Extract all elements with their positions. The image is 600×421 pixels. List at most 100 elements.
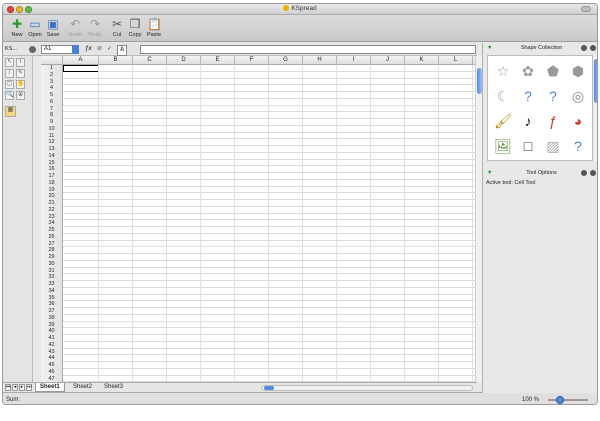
table-row[interactable]: 28 <box>41 247 475 254</box>
table-row[interactable]: 14 <box>41 152 475 160</box>
formula-input[interactable] <box>140 45 476 54</box>
table-row[interactable]: 33 <box>41 281 475 288</box>
row-header[interactable]: 38 <box>41 314 63 322</box>
row-header[interactable]: 24 <box>41 220 63 227</box>
row-header[interactable]: 20 <box>41 193 63 200</box>
table-row[interactable]: 1 <box>41 65 475 72</box>
table-row[interactable]: 2 <box>41 71 475 79</box>
pie-chart-icon[interactable]: ◕ <box>567 110 589 132</box>
row-header[interactable]: 6 <box>41 98 63 106</box>
select-tool-icon[interactable]: ↖ <box>5 58 14 67</box>
prev-sheet-button[interactable]: ◂ <box>12 384 18 391</box>
selected-cell[interactable] <box>63 65 99 72</box>
row-header[interactable]: 39 <box>41 321 63 329</box>
table-row[interactable]: 45 <box>41 362 475 369</box>
column-header-e[interactable]: E <box>201 56 235 65</box>
table-row[interactable]: 46 <box>41 368 475 376</box>
sheet-tab-1[interactable]: Sheet1 <box>35 383 65 392</box>
help-icon[interactable]: ? <box>542 85 564 107</box>
help-icon[interactable]: ? <box>567 135 589 157</box>
link-tool-icon[interactable]: ⊕ <box>16 91 25 100</box>
row-header[interactable]: 26 <box>41 233 63 241</box>
table-row[interactable]: 32 <box>41 274 475 281</box>
table-row[interactable]: 22 <box>41 206 475 214</box>
table-row[interactable]: 23 <box>41 213 475 221</box>
column-header-b[interactable]: B <box>99 56 133 65</box>
table-row[interactable]: 26 <box>41 233 475 241</box>
row-header[interactable]: 3 <box>41 78 63 86</box>
play-icon[interactable]: ▶ <box>567 160 589 161</box>
table-row[interactable]: 8 <box>41 112 475 119</box>
row-header[interactable]: 25 <box>41 227 63 234</box>
save-button[interactable]: ▣ Save <box>43 17 63 38</box>
gradient-icon[interactable]: ▨ <box>542 135 564 157</box>
row-header[interactable]: 21 <box>41 200 63 207</box>
pentagon-icon[interactable]: ⬟ <box>542 60 564 82</box>
column-header-g[interactable]: G <box>269 56 303 65</box>
table-row[interactable]: 43 <box>41 348 475 356</box>
row-header[interactable]: 13 <box>41 146 63 153</box>
picture-icon[interactable]: 🖼 <box>492 135 514 157</box>
table-row[interactable]: 30 <box>41 260 475 268</box>
table-row[interactable]: 21 <box>41 200 475 207</box>
redo-button[interactable]: ↷ Redo <box>85 17 105 38</box>
row-header[interactable]: 28 <box>41 247 63 254</box>
row-header[interactable]: 2 <box>41 71 63 79</box>
close-panel-button[interactable] <box>590 170 596 176</box>
table-row[interactable]: 3 <box>41 78 475 86</box>
text-icon[interactable]: T <box>492 160 514 161</box>
cell-reference-dropdown[interactable] <box>72 45 79 54</box>
table-row[interactable]: 11 <box>41 132 475 140</box>
table-row[interactable]: 6 <box>41 98 475 106</box>
corner-cell[interactable] <box>41 56 63 65</box>
help-icon[interactable]: ? <box>517 85 539 107</box>
moon-icon[interactable]: ☾ <box>492 85 514 107</box>
pen-tool-icon[interactable]: ✎ <box>16 69 25 78</box>
row-header[interactable]: 10 <box>41 125 63 133</box>
sheet-tab-2[interactable]: Sheet2 <box>69 383 96 392</box>
row-header[interactable]: 46 <box>41 368 63 376</box>
table-row[interactable]: 19 <box>41 186 475 194</box>
text-tool-icon[interactable]: I <box>16 58 25 67</box>
column-header-f[interactable]: F <box>235 56 269 65</box>
table-row[interactable]: 42 <box>41 341 475 349</box>
row-header[interactable]: 17 <box>41 173 63 180</box>
docker-menu-button[interactable] <box>29 46 36 53</box>
row-header[interactable]: 15 <box>41 159 63 167</box>
cut-button[interactable]: ✂ Cut <box>107 17 127 38</box>
row-header[interactable]: 43 <box>41 348 63 356</box>
float-panel-button[interactable] <box>581 170 587 176</box>
collapse-arrow-icon[interactable]: ▼ <box>487 169 492 178</box>
square-icon[interactable]: □ <box>517 135 539 157</box>
accept-icon[interactable]: ✓ <box>107 45 112 54</box>
new-button[interactable]: ✚ New <box>7 17 27 38</box>
table-row[interactable]: 18 <box>41 179 475 187</box>
horizontal-scroll-thumb[interactable] <box>264 386 274 390</box>
zoom-slider[interactable] <box>548 396 588 404</box>
row-header[interactable]: 23 <box>41 213 63 221</box>
row-header[interactable]: 41 <box>41 335 63 342</box>
table-row[interactable]: 29 <box>41 254 475 261</box>
table-row[interactable]: 4 <box>41 85 475 92</box>
table-row[interactable]: 13 <box>41 146 475 153</box>
column-header-i[interactable]: I <box>337 56 371 65</box>
zoom-slider-handle[interactable] <box>556 396 564 404</box>
shape-scroll-thumb[interactable] <box>594 59 597 103</box>
table-row[interactable]: 34 <box>41 287 475 295</box>
row-header[interactable]: 18 <box>41 179 63 187</box>
row-header[interactable]: 35 <box>41 294 63 302</box>
brush-icon[interactable]: 🖌 <box>492 110 514 132</box>
row-header[interactable]: 37 <box>41 308 63 315</box>
table-row[interactable]: 37 <box>41 308 475 315</box>
undo-button[interactable]: ↶ Undo <box>65 17 85 38</box>
table-row[interactable]: 31 <box>41 267 475 275</box>
row-header[interactable]: 34 <box>41 287 63 295</box>
row-header[interactable]: 8 <box>41 112 63 119</box>
paste-button[interactable]: 📋 Paste <box>144 17 164 38</box>
path-icon[interactable]: ∿ <box>517 160 539 161</box>
column-header-h[interactable]: H <box>303 56 337 65</box>
table-row[interactable]: 17 <box>41 173 475 180</box>
collapse-arrow-icon[interactable]: ▼ <box>487 44 492 53</box>
active-cell-tool-icon[interactable]: ▦ <box>5 106 16 117</box>
column-header-k[interactable]: K <box>405 56 439 65</box>
